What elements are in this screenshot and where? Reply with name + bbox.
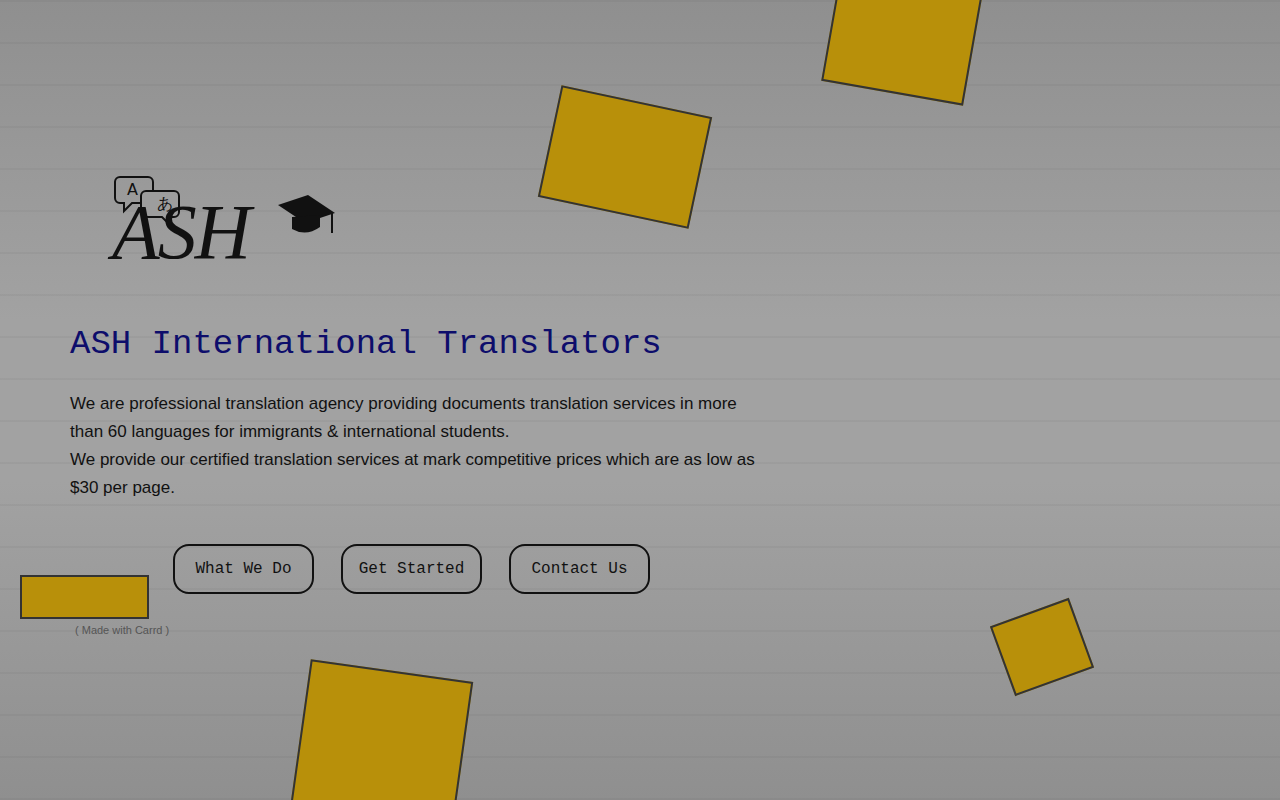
nav-button[interactable]: What We Do [173, 544, 314, 594]
background-note [538, 85, 712, 229]
logo[interactable]: AあASH [100, 175, 340, 300]
nav-button[interactable]: Contact Us [509, 544, 650, 594]
logo-text: ASH [112, 193, 249, 271]
button-row: What We Do Get Started Contact Us [173, 544, 1280, 594]
description-paragraph: We are professional translation agency p… [70, 390, 760, 446]
description: We are professional translation agency p… [70, 390, 760, 502]
nav-button[interactable]: Get Started [341, 544, 482, 594]
background-note [990, 598, 1094, 696]
made-with-link[interactable]: ( Made with Carrd ) [75, 624, 1280, 636]
page-title: ASH International Translators [70, 322, 1280, 366]
background-frame [291, 659, 473, 800]
description-paragraph: We provide our certified translation ser… [70, 446, 760, 502]
background-frame [821, 0, 983, 106]
background-note [20, 575, 149, 619]
